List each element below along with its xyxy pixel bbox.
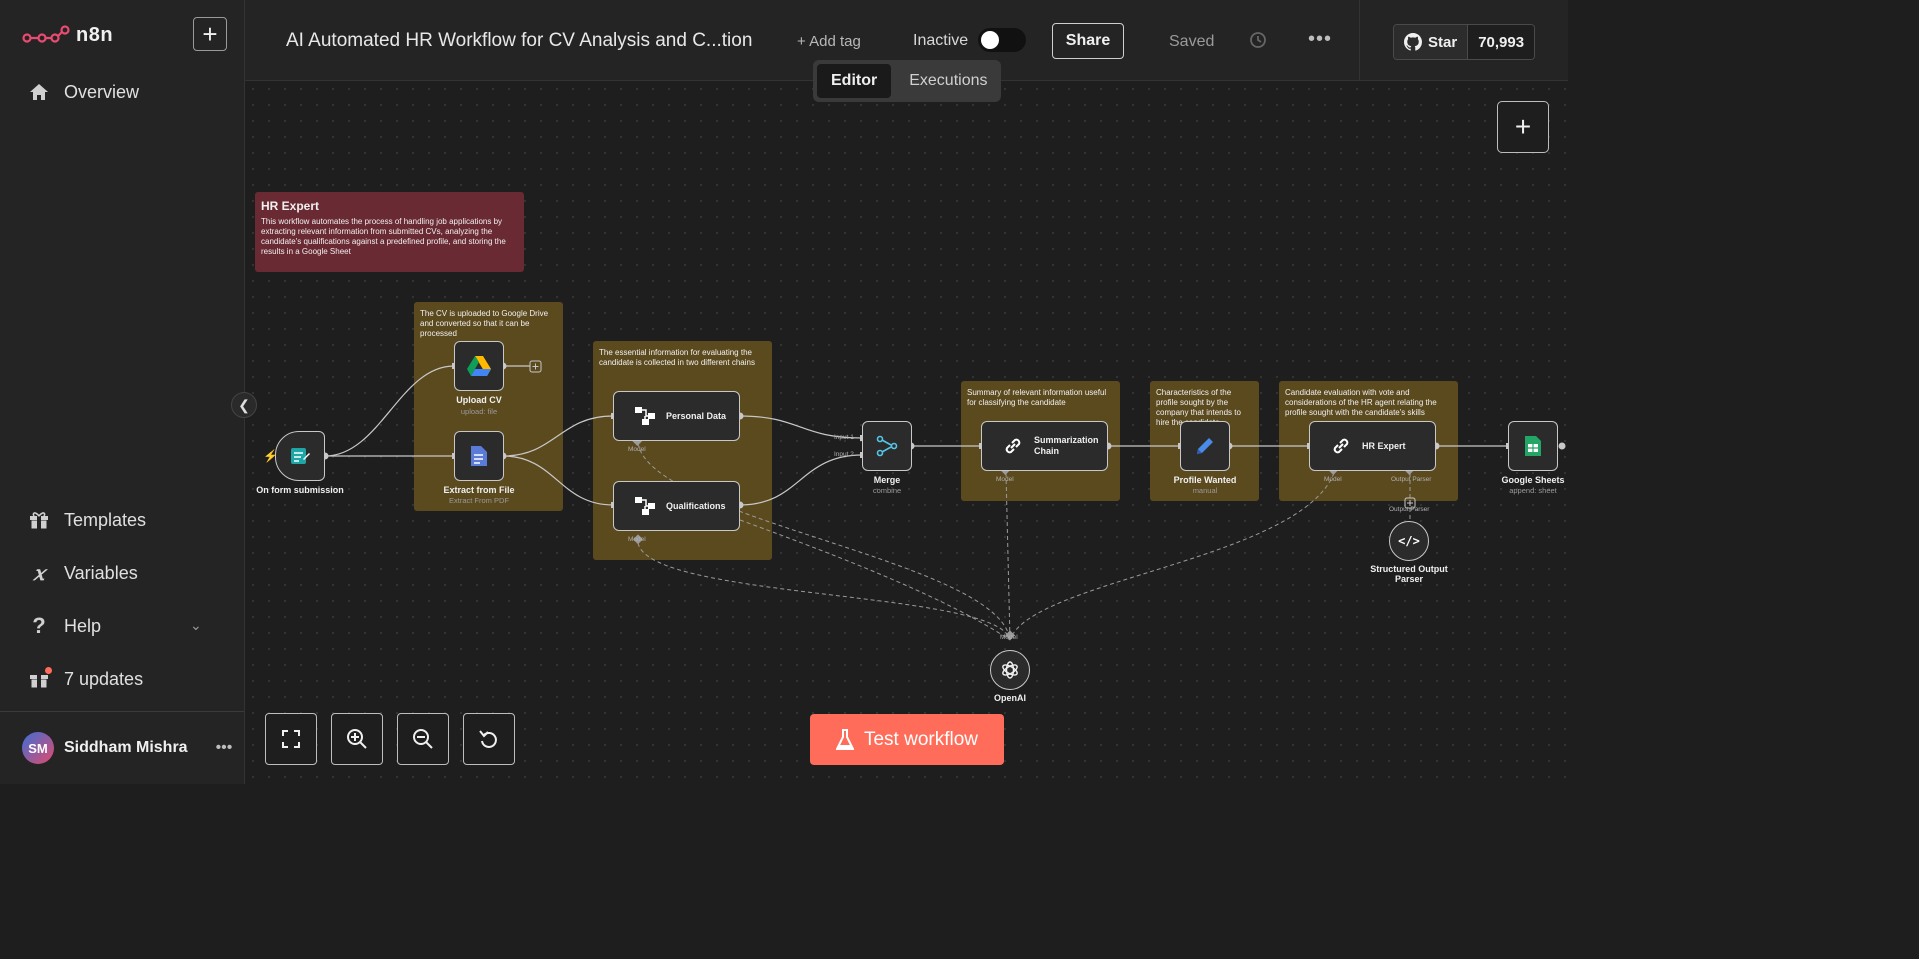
- node-label: Qualifications: [666, 500, 726, 511]
- test-workflow-label: Test workflow: [863, 728, 979, 750]
- undo-icon: [479, 730, 497, 748]
- model-port-label: Model: [1000, 634, 1018, 641]
- node-label: Google Sheets: [1501, 475, 1565, 485]
- node-upload-cv[interactable]: [454, 341, 504, 391]
- connection-extract-personal: [502, 415, 614, 457]
- pencil-icon: [1197, 438, 1213, 454]
- file-extract-icon: [471, 446, 487, 466]
- node-google-sheets[interactable]: [1508, 421, 1558, 471]
- information-extractor-icon: [635, 497, 655, 515]
- node-label: Summarization Chain: [1034, 435, 1099, 456]
- output-parser-port-label: Output Parser: [1391, 476, 1432, 483]
- merge-icon: [876, 435, 898, 457]
- node-openai[interactable]: [990, 650, 1030, 690]
- node-label: Upload CV: [456, 395, 502, 405]
- node-personal-data[interactable]: Personal Data: [613, 391, 740, 441]
- merge-input-1-label: Input 1: [834, 434, 854, 441]
- model-link-hr: [1009, 472, 1335, 641]
- model-port-label: Model: [628, 536, 646, 543]
- fit-view-icon: [282, 730, 300, 748]
- node-merge[interactable]: [862, 421, 912, 471]
- node-label: HR Expert: [1362, 440, 1406, 451]
- node-subtitle: Extract From PDF: [448, 496, 509, 505]
- google-sheets-icon: [1525, 436, 1541, 456]
- model-link-upper: [739, 519, 1011, 641]
- node-profile-wanted[interactable]: [1180, 421, 1230, 471]
- node-label: Extract from File: [443, 485, 515, 495]
- model-link-summarization: [1005, 472, 1011, 641]
- node-subtitle: upload: file: [460, 407, 498, 416]
- link-chain-icon: [1005, 438, 1021, 454]
- fit-view-button[interactable]: [265, 713, 317, 765]
- node-label: Structured Output Parser: [1370, 564, 1448, 584]
- node-label: Personal Data: [666, 410, 727, 421]
- node-label: Merge: [873, 475, 901, 485]
- model-port-label: Model: [1324, 476, 1342, 483]
- flask-icon: [835, 728, 854, 750]
- node-label: OpenAI: [993, 693, 1026, 703]
- zoom-in-icon: [347, 729, 367, 749]
- node-extract-from-file[interactable]: [454, 431, 504, 481]
- trigger-bolt-icon: ⚡: [263, 449, 278, 463]
- model-port-label: Model: [628, 446, 646, 453]
- node-label: On form submission: [256, 485, 344, 495]
- node-summarization-chain[interactable]: Summarization Chain: [981, 421, 1108, 471]
- node-hr-expert[interactable]: HR Expert: [1309, 421, 1436, 471]
- node-form-trigger[interactable]: [275, 431, 325, 481]
- information-extractor-icon: [635, 407, 655, 425]
- model-link-personal: [637, 442, 1011, 641]
- node-label: Profile Wanted: [1173, 475, 1237, 485]
- code-icon: </>: [1398, 534, 1420, 548]
- node-subtitle: manual: [1192, 486, 1218, 495]
- node-subtitle: combine: [872, 486, 902, 495]
- form-icon: [291, 448, 310, 464]
- node-subtitle: append: sheet: [1509, 486, 1557, 495]
- output-parser-port-label: Output Parser: [1389, 506, 1430, 513]
- link-chain-icon: [1333, 438, 1349, 454]
- zoom-out-button[interactable]: [397, 713, 449, 765]
- model-port-label: Model: [996, 476, 1014, 483]
- google-drive-icon: [467, 356, 491, 376]
- openai-icon: [1002, 661, 1018, 679]
- zoom-out-icon: [413, 729, 433, 749]
- model-link-qualifications: [637, 542, 1011, 641]
- node-qualifications[interactable]: Qualifications: [613, 481, 740, 531]
- node-structured-output-parser[interactable]: </>: [1389, 521, 1429, 561]
- test-workflow-button[interactable]: Test workflow: [810, 714, 1004, 765]
- reset-zoom-button[interactable]: [463, 713, 515, 765]
- merge-input-2-label: Input 2: [834, 451, 854, 458]
- zoom-in-button[interactable]: [331, 713, 383, 765]
- connections-layer: [321, 360, 1566, 641]
